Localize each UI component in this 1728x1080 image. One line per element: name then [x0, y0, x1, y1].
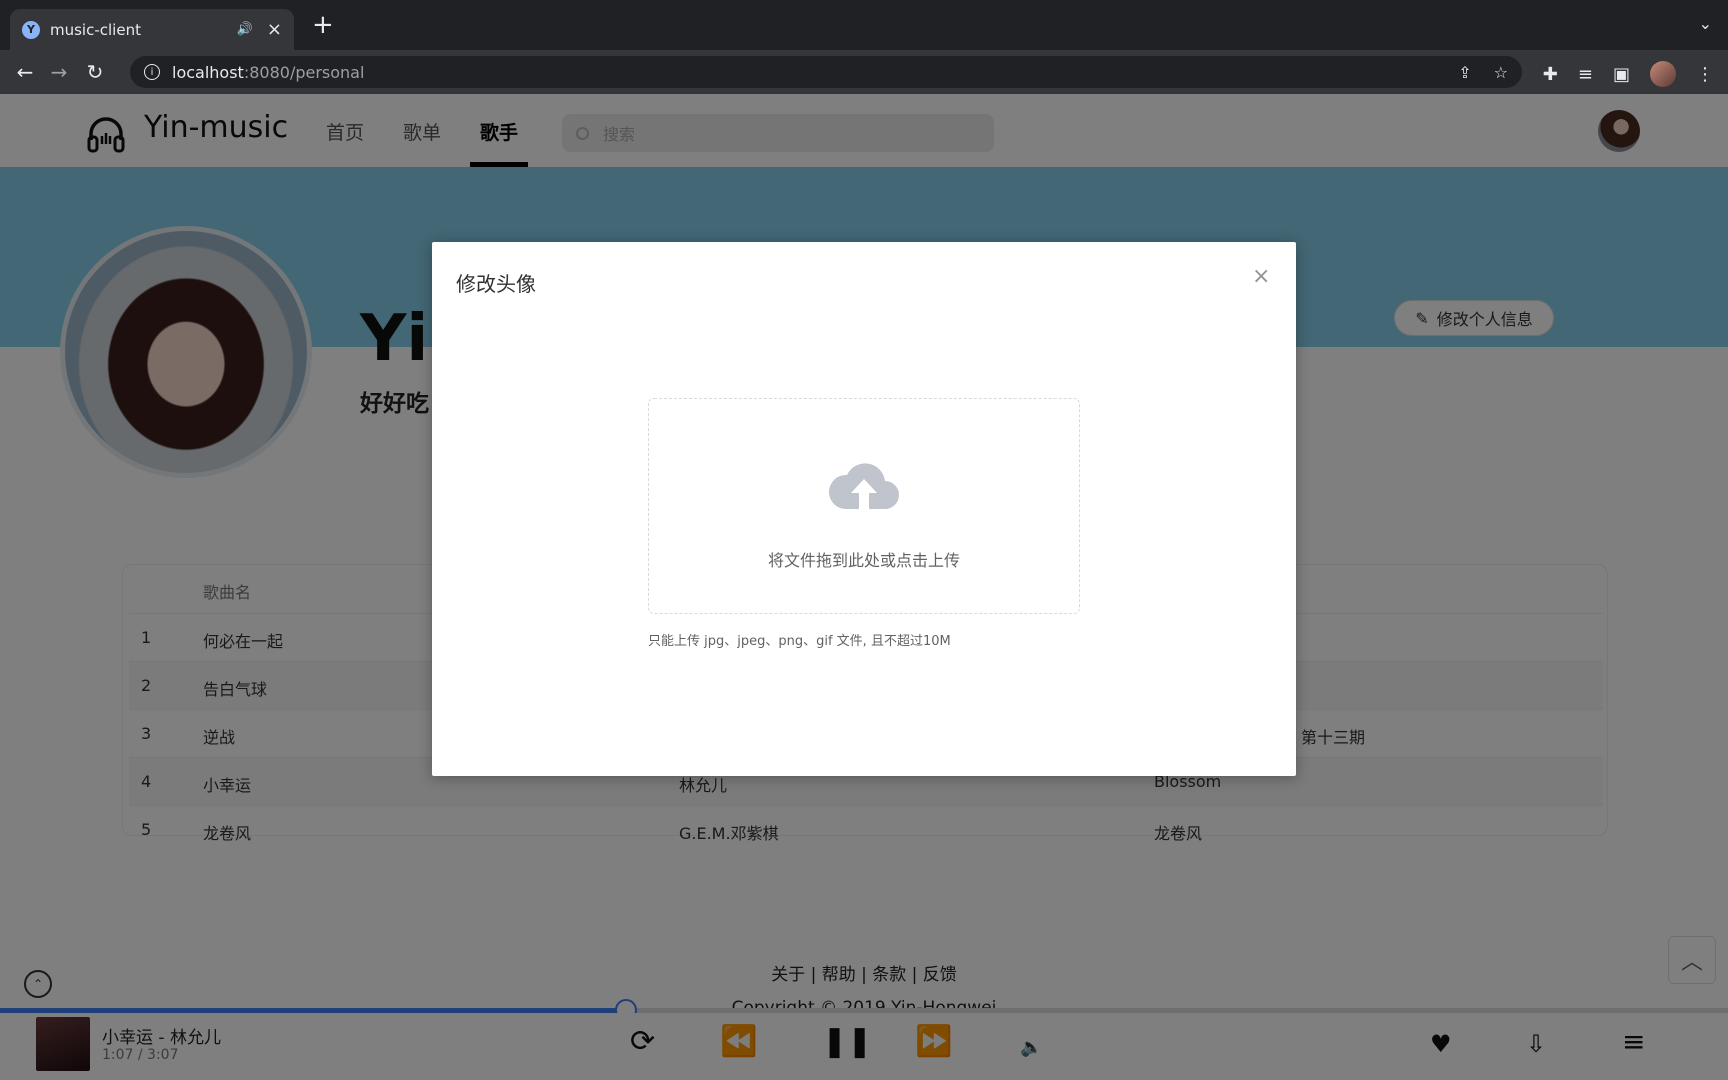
back-arrow-icon[interactable]: ← — [12, 59, 38, 85]
tab-search-chevron-icon[interactable]: ⌄ — [1699, 14, 1712, 33]
tab-audio-icon[interactable]: 🔊 — [237, 22, 253, 37]
browser-toolbar: ← → ↻ i localhost:8080/personal ⇪ ☆ ✚ ≡ … — [0, 50, 1728, 94]
tab-close-icon[interactable]: × — [267, 19, 282, 40]
side-panel-icon[interactable]: ▣ — [1613, 64, 1630, 85]
url-path: :8080/personal — [243, 62, 365, 82]
browser-menu-icon[interactable]: ⋮ — [1696, 64, 1714, 85]
site-favicon-icon: Y — [22, 20, 40, 39]
browser-tab[interactable]: Y music-client 🔊 × — [10, 9, 294, 50]
forward-arrow-icon[interactable]: → — [46, 59, 72, 85]
reload-icon[interactable]: ↻ — [82, 59, 108, 85]
url-host: localhost — [172, 62, 244, 82]
change-avatar-dialog: 修改头像 × 将文件拖到此处或点击上传 只能上传 jpg、jpeg、png、gi… — [432, 242, 1296, 776]
address-bar[interactable]: i localhost:8080/personal ⇪ ☆ — [130, 56, 1522, 88]
tab-title: music-client — [50, 20, 141, 39]
upload-cloud-icon — [828, 463, 899, 509]
site-info-icon[interactable]: i — [144, 64, 160, 80]
share-icon[interactable]: ⇪ — [1458, 63, 1471, 82]
upload-tip: 只能上传 jpg、jpeg、png、gif 文件, 且不超过10M — [648, 634, 951, 649]
close-icon[interactable]: × — [1252, 264, 1270, 289]
dialog-title: 修改头像 — [456, 272, 536, 296]
upload-dropzone[interactable]: 将文件拖到此处或点击上传 — [648, 398, 1080, 614]
extensions-puzzle-icon[interactable]: ✚ — [1543, 64, 1558, 85]
upload-instruction: 将文件拖到此处或点击上传 — [767, 551, 960, 570]
new-tab-button[interactable]: + — [312, 12, 334, 38]
browser-profile-avatar[interactable] — [1650, 61, 1676, 87]
browser-tab-strip: Y music-client 🔊 × + ⌄ — [0, 0, 1728, 50]
media-control-icon[interactable]: ≡ — [1578, 64, 1593, 85]
bookmark-star-icon[interactable]: ☆ — [1494, 63, 1508, 82]
